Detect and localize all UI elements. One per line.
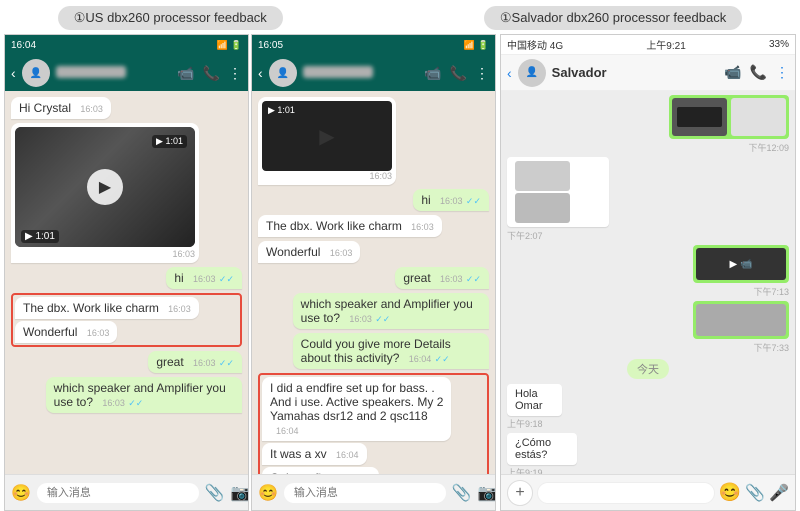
mid-emoji-icon[interactable]: 😊	[258, 483, 278, 503]
right-call-icon[interactable]: 📞	[750, 64, 767, 81]
mid-contact-name	[303, 66, 418, 81]
right-input-bar: + 😊 📎 🎤	[501, 474, 795, 510]
mid-header-icons[interactable]: 📹 📞 ⋮	[424, 65, 489, 82]
mid-sim-icon: 📶	[464, 40, 475, 51]
camera-icon[interactable]: 📷	[231, 483, 249, 503]
left-input-bar: 😊 📎 📷 🎤	[5, 474, 248, 510]
left-contact-name	[56, 66, 171, 81]
call-icon[interactable]: 📞	[203, 65, 220, 82]
today-divider: 今天	[627, 359, 669, 379]
mid-back-arrow[interactable]: ‹	[258, 65, 263, 81]
right-mic-icon[interactable]: 🎤	[769, 483, 789, 503]
left-chat-body: Hi Crystal 16:03 ▶ 1:01 ▶ ▶ 1:01 16:03	[5, 91, 248, 474]
left-phone-panel: 16:04 📶 🔋 ‹ 👤 📹 📞 ⋮	[4, 34, 249, 511]
msg-which-speaker: which speaker and Amplifier you use to? …	[11, 377, 242, 413]
right-chat-body: 下午12:09 下午2:07 ▶ 📹 下午7:13	[501, 91, 795, 474]
left-chat-header: ‹ 👤 📹 📞 ⋮	[5, 55, 248, 91]
left-status-icons: 📶 🔋	[217, 40, 242, 51]
video-duration: ▶ 1:01	[21, 230, 59, 243]
left-section-title: ①US dbx260 processor feedback	[58, 6, 283, 30]
right-input-field[interactable]	[537, 482, 715, 504]
mid-status-bar: 16:05 📶 🔋	[252, 35, 495, 55]
right-header-icons[interactable]: 📹 📞 ⋮	[724, 64, 789, 81]
right-more-icon[interactable]: ⋮	[775, 64, 789, 81]
right-battery: 33%	[769, 39, 789, 50]
left-status-bar: 16:04 📶 🔋	[5, 35, 248, 55]
left-status-time: 16:04	[11, 40, 36, 51]
mid-attach-icon[interactable]: 📎	[452, 483, 472, 503]
mid-phone-panel: 16:05 📶 🔋 ‹ 👤 📹 📞 ⋮	[251, 34, 496, 511]
mid-batt-icon: 🔋	[478, 40, 489, 51]
mid-camera-icon[interactable]: 📷	[478, 483, 496, 503]
right-plus-button[interactable]: +	[507, 480, 533, 506]
msg-great: great 16:03 ✓✓	[11, 351, 242, 373]
right-status-time: 上午9:21	[646, 37, 685, 52]
right-section-title: ①Salvador dbx260 processor feedback	[484, 6, 742, 30]
mid-avatar: 👤	[269, 59, 297, 87]
more-icon[interactable]: ⋮	[228, 65, 242, 82]
mid-highlight-box: I did a endfire set up for bass. . And i…	[258, 373, 489, 474]
msg-hi-crystal: Hi Crystal 16:03	[11, 97, 242, 119]
mid-video-call-icon[interactable]: 📹	[424, 65, 441, 82]
mid-more-icon[interactable]: ⋮	[475, 65, 489, 82]
emoji-icon[interactable]: 😊	[11, 483, 31, 503]
right-status-bar: 中国移动 4G 上午9:21 33%	[501, 35, 795, 55]
video-call-icon[interactable]: 📹	[177, 65, 194, 82]
right-chat-header: ‹ 👤 Salvador 📹 📞 ⋮	[501, 55, 795, 91]
right-msg-video: ▶ 📹 下午7:13	[693, 245, 789, 298]
left-header-icons[interactable]: 📹 📞 ⋮	[177, 65, 242, 82]
page-titles: ①US dbx260 processor feedback ①Salvador …	[0, 0, 800, 34]
mid-status-time: 16:05	[258, 40, 283, 51]
mid-chat-body: ▶ 1:01 ▶ 16:03 hi 16:03 ✓✓ The dbx. Work…	[252, 91, 495, 474]
right-emoji-btn[interactable]: 😊	[719, 482, 741, 503]
play-button[interactable]: ▶	[87, 169, 123, 205]
right-contact-name: Salvador	[552, 65, 718, 80]
mid-video-msg: ▶ 1:01 ▶ 16:03	[258, 97, 489, 185]
left-highlight-box: The dbx. Work like charm 16:03 Wonderful…	[11, 293, 242, 347]
right-attach-icon[interactable]: 📎	[745, 483, 765, 503]
left-back-arrow[interactable]: ‹	[11, 65, 16, 81]
mid-call-icon[interactable]: 📞	[450, 65, 467, 82]
left-input-field[interactable]	[37, 483, 199, 503]
left-wifi-icon: 🔋	[231, 40, 242, 51]
right-carrier: 中国移动 4G	[507, 37, 563, 52]
right-msg-product-img: 下午12:09	[669, 95, 789, 154]
mid-chat-header: ‹ 👤 📹 📞 ⋮	[252, 55, 495, 91]
msg-video: ▶ 1:01 ▶ ▶ 1:01 16:03	[11, 123, 242, 263]
right-avatar: 👤	[518, 59, 546, 87]
msg-hola-omar: Hola Omar	[507, 384, 562, 416]
main-content: 16:04 📶 🔋 ‹ 👤 📹 📞 ⋮	[0, 34, 800, 511]
video-thumbnail[interactable]: ▶ 1:01 ▶ ▶ 1:01	[15, 127, 195, 247]
right-phone-panel: 中国移动 4G 上午9:21 33% ‹ 👤 Salvador 📹 📞 ⋮	[500, 34, 796, 511]
right-back-arrow[interactable]: ‹	[507, 65, 512, 81]
mid-status-icons: 📶 🔋	[464, 40, 489, 51]
msg-como-estas: ¿Cómo estás?	[507, 433, 577, 465]
mid-input-bar: 😊 📎 📷 🎤	[252, 474, 495, 510]
left-sim-icon: 📶	[217, 40, 228, 51]
msg-hi-sent: hi 16:03 ✓✓	[11, 267, 242, 289]
right-msg-img2: 下午7:33	[693, 301, 789, 354]
left-avatar: 👤	[22, 59, 50, 87]
attach-icon[interactable]: 📎	[205, 483, 225, 503]
right-video-icon[interactable]: 📹	[724, 64, 741, 81]
mid-input-field[interactable]	[284, 483, 446, 503]
right-msg-received-imgs: 下午2:07	[507, 157, 635, 242]
